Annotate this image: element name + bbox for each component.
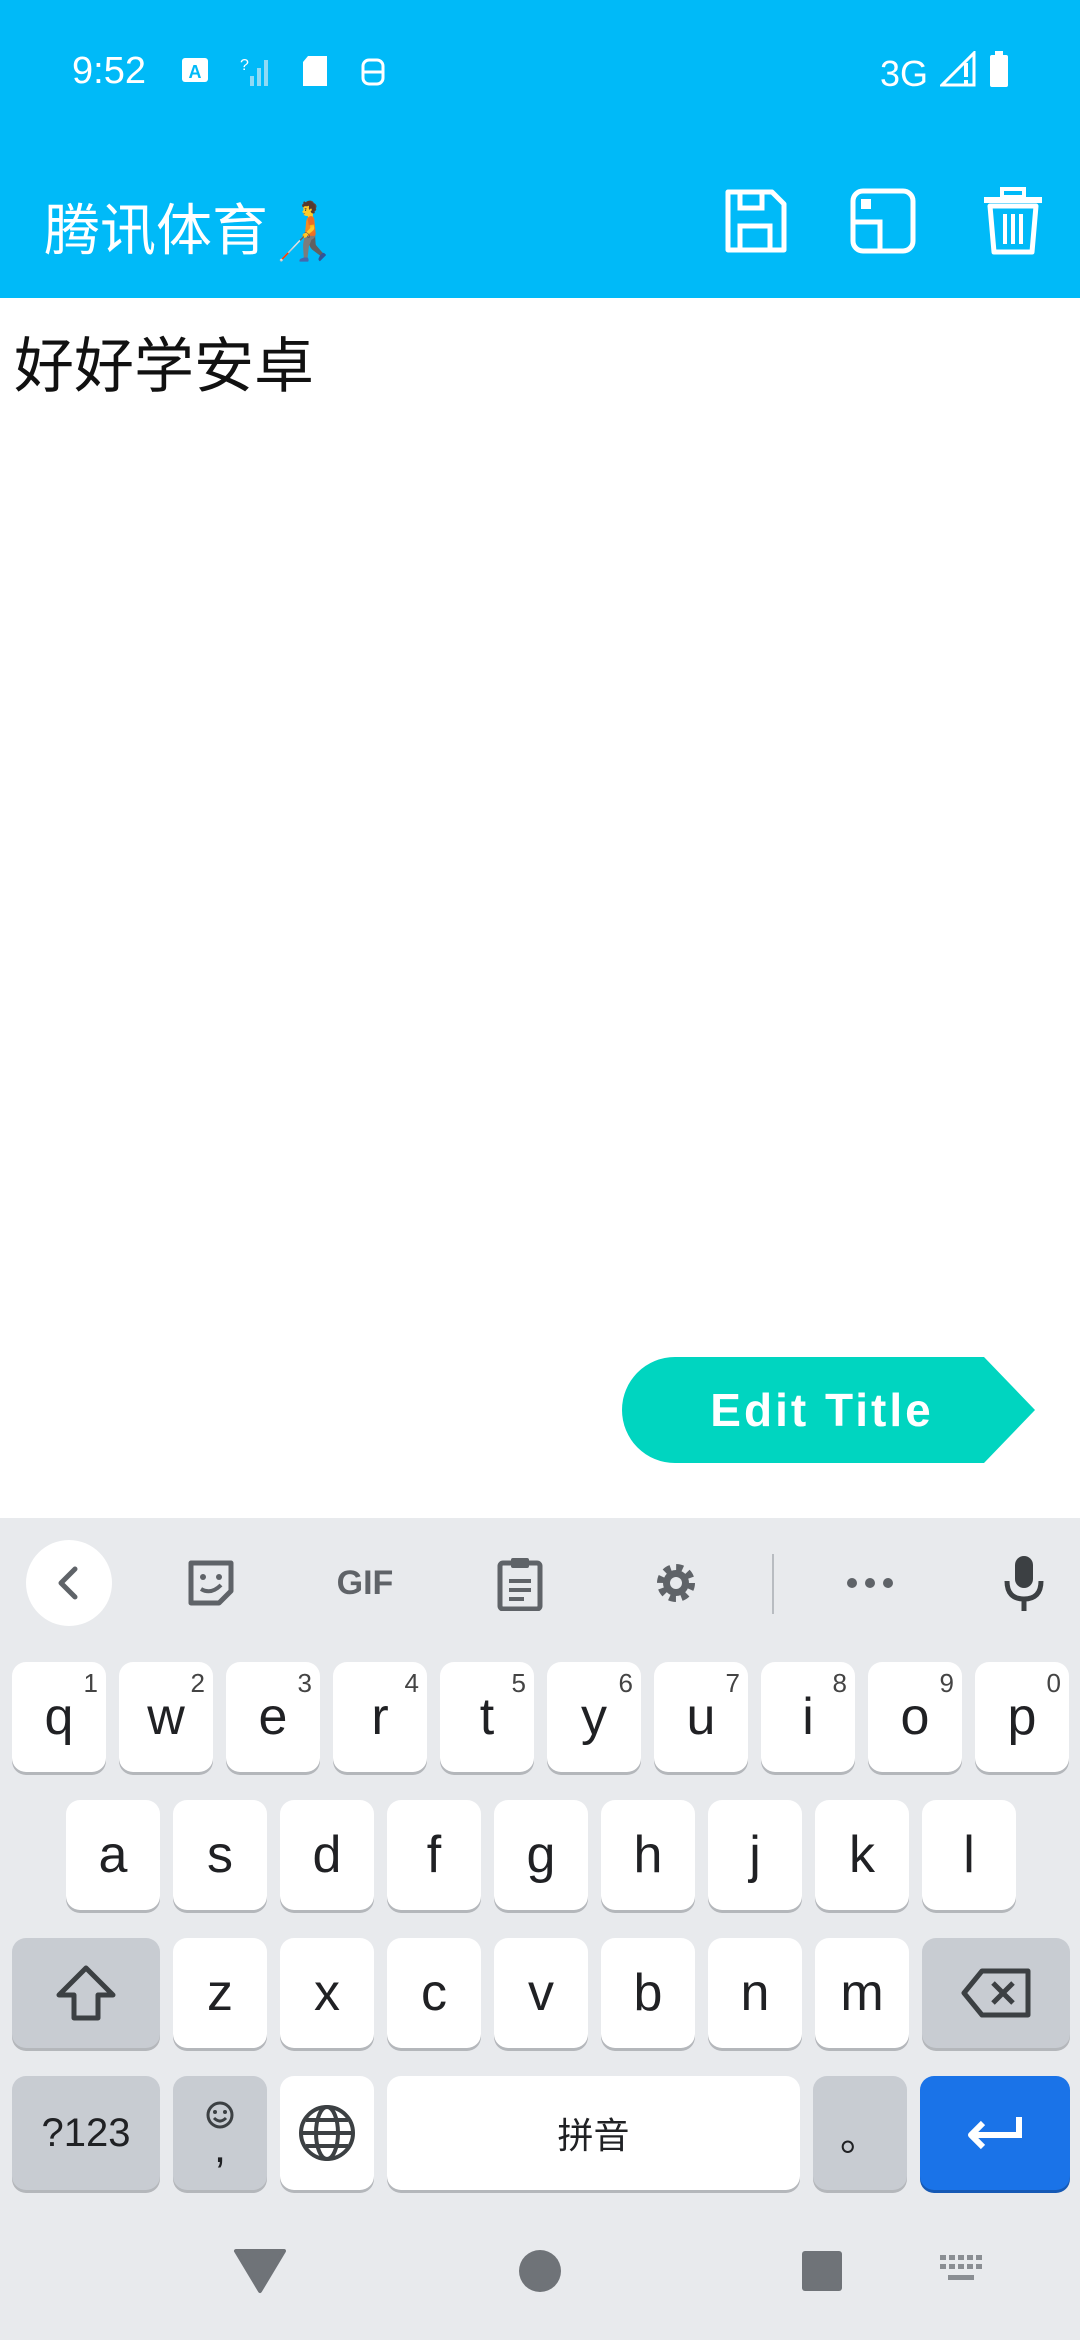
backspace-key[interactable] [922, 1938, 1070, 2048]
key-h[interactable]: h [601, 1800, 695, 1910]
key-hint: 0 [1046, 1668, 1061, 1698]
key-y[interactable]: y6 [547, 1662, 641, 1772]
keyboard-a-icon: A [180, 56, 210, 90]
delete-button[interactable] [978, 186, 1048, 256]
key-b[interactable]: b [601, 1938, 695, 2048]
status-system-icons: 3G [879, 49, 1010, 97]
globe-icon [299, 2105, 355, 2161]
key-v[interactable]: v [494, 1938, 588, 2048]
key-k[interactable]: k [815, 1800, 909, 1910]
gif-button[interactable]: GIF [320, 1538, 410, 1628]
keyboard-toolbar: GIF [0, 1518, 1080, 1648]
sticker-icon [188, 1560, 234, 1606]
key-a[interactable]: a [66, 1800, 160, 1910]
image-icon [850, 188, 916, 254]
insert-image-button[interactable] [848, 186, 918, 256]
key-o[interactable]: o9 [868, 1662, 962, 1772]
edit-title-label: Edit Title [710, 1384, 934, 1436]
symbols-key[interactable]: ?123 [12, 2076, 160, 2190]
sd-card-icon [300, 54, 330, 92]
key-f[interactable]: f [387, 1800, 481, 1910]
keyboard-settings-button[interactable] [646, 1538, 706, 1628]
chevron-left-icon [58, 1566, 78, 1600]
voice-input-button[interactable] [996, 1538, 1052, 1628]
key-hint: 7 [725, 1668, 740, 1698]
svg-text:?: ? [240, 57, 249, 74]
no-signal-icon: ? [238, 54, 272, 92]
language-key[interactable] [280, 2076, 374, 2190]
key-w[interactable]: w2 [119, 1662, 213, 1772]
microphone-icon [1004, 1556, 1044, 1611]
sticker-button[interactable] [178, 1538, 244, 1628]
note-content-field[interactable]: 好好学安卓 [14, 318, 314, 405]
enter-key[interactable] [920, 2076, 1070, 2190]
trash-icon [984, 187, 1042, 255]
emoji-comma-key[interactable]: , [173, 2076, 267, 2190]
key-x[interactable]: x [280, 1938, 374, 2048]
key-hint: 8 [832, 1668, 847, 1698]
comma-label: , [213, 2123, 227, 2172]
key-i[interactable]: i8 [761, 1662, 855, 1772]
recents-nav-button[interactable] [800, 2249, 844, 2293]
network-type: 3G [879, 52, 928, 94]
key-m[interactable]: m [815, 1938, 909, 2048]
robot-icon [358, 54, 388, 92]
key-p[interactable]: p0 [975, 1662, 1069, 1772]
more-options-button[interactable] [840, 1538, 900, 1628]
key-g[interactable]: g [494, 1800, 588, 1910]
battery-icon [988, 50, 1010, 97]
keyboard-icon [940, 2255, 982, 2280]
key-r[interactable]: r4 [333, 1662, 427, 1772]
system-nav-bar [0, 2215, 1080, 2340]
key-z[interactable]: z [173, 1938, 267, 2048]
recents-square-icon [802, 2251, 842, 2291]
svg-text:A: A [189, 62, 202, 82]
save-icon [725, 189, 787, 253]
keyboard-back-button[interactable] [26, 1540, 112, 1626]
key-n[interactable]: n [708, 1938, 802, 2048]
space-key[interactable]: 拼音 [387, 2076, 800, 2190]
enter-arrow-icon [968, 2117, 1022, 2150]
status-notification-icons: A ? [180, 54, 388, 92]
home-nav-button[interactable] [518, 2249, 562, 2293]
clipboard-icon [497, 1558, 543, 1611]
page-title: 腾讯体育🧑‍🦯 [44, 199, 338, 264]
more-horizontal-icon [847, 1578, 893, 1588]
back-triangle-icon [234, 2249, 286, 2293]
shift-arrow-icon [56, 1965, 116, 2021]
key-s[interactable]: s [173, 1800, 267, 1910]
save-button[interactable] [720, 186, 790, 256]
edit-title-button[interactable]: Edit Title [622, 1357, 1037, 1463]
key-l[interactable]: l [922, 1800, 1016, 1910]
key-d[interactable]: d [280, 1800, 374, 1910]
key-q[interactable]: q1 [12, 1662, 106, 1772]
key-hint: 4 [404, 1668, 419, 1698]
back-nav-button[interactable] [232, 2245, 288, 2295]
key-hint: 2 [190, 1668, 205, 1698]
key-j[interactable]: j [708, 1800, 802, 1910]
key-hint: 9 [939, 1668, 954, 1698]
toolbar-divider [772, 1554, 774, 1614]
key-hint: 5 [511, 1668, 526, 1698]
shift-key[interactable] [12, 1938, 160, 2048]
key-hint: 1 [83, 1668, 98, 1698]
key-u[interactable]: u7 [654, 1662, 748, 1772]
signal-icon [938, 49, 976, 96]
key-c[interactable]: c [387, 1938, 481, 2048]
clipboard-button[interactable] [490, 1538, 550, 1628]
app-header: 9:52 A ? 3G 腾讯体育🧑‍🦯 [0, 0, 1080, 298]
home-circle-icon [519, 2250, 561, 2292]
status-time: 9:52 [72, 50, 146, 92]
key-e[interactable]: e3 [226, 1662, 320, 1772]
keyboard-switch-button[interactable] [938, 2253, 984, 2287]
key-hint: 6 [618, 1668, 633, 1698]
key-t[interactable]: t5 [440, 1662, 534, 1772]
period-key[interactable]: 。 [813, 2076, 907, 2190]
key-hint: 3 [297, 1668, 312, 1698]
gear-icon [657, 1564, 695, 1602]
backspace-icon [961, 1968, 1031, 2018]
